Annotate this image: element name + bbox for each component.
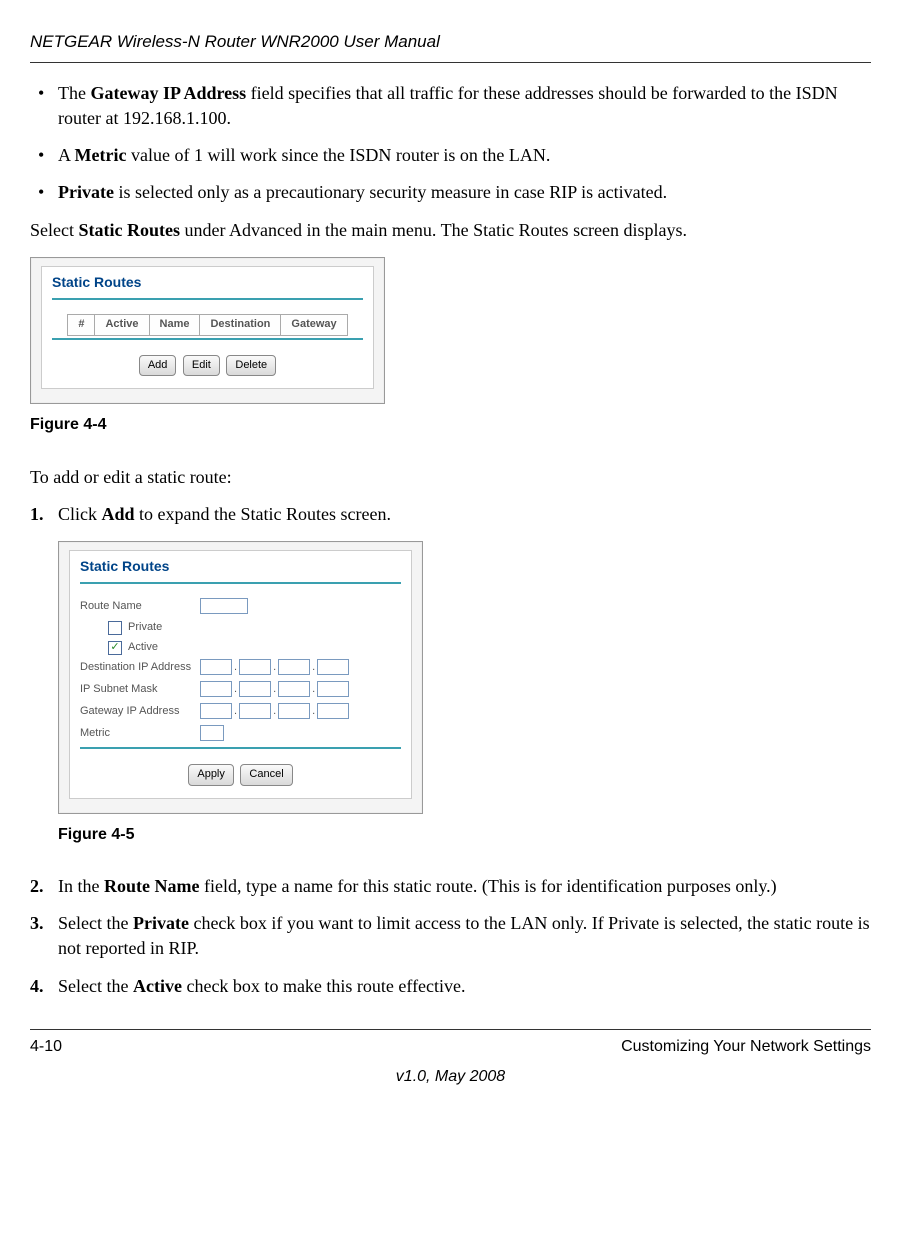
screenshot-static-routes-list: Static Routes # Active Name Destination … — [30, 257, 385, 404]
select-static-routes-para: Select Static Routes under Advanced in t… — [30, 218, 871, 243]
mask-octet-2[interactable] — [239, 681, 271, 697]
edit-button[interactable]: Edit — [183, 355, 220, 376]
route-name-input[interactable] — [200, 598, 248, 614]
figure-4-5: Static Routes Route Name Private ✓ Activ… — [58, 541, 423, 814]
header-rule — [30, 62, 871, 63]
step-2: 2. In the Route Name field, type a name … — [30, 874, 871, 899]
dest-octet-1[interactable] — [200, 659, 232, 675]
bullet-private: Private is selected only as a precaution… — [30, 180, 871, 205]
bold-metric: Metric — [75, 145, 127, 165]
col-destination: Destination — [200, 315, 281, 335]
bold-route-name: Route Name — [104, 876, 199, 896]
private-checkbox[interactable] — [108, 621, 122, 635]
panel-rule-2 — [80, 747, 401, 749]
footer-rule — [30, 1029, 871, 1030]
add-button[interactable]: Add — [139, 355, 177, 376]
step-4: 4. Select the Active check box to make t… — [30, 974, 871, 999]
destination-label: Destination IP Address — [80, 660, 200, 675]
gw-octet-4[interactable] — [317, 703, 349, 719]
destination-row: Destination IP Address . . . — [80, 659, 401, 675]
doc-version: v1.0, May 2008 — [30, 1066, 871, 1088]
gw-octet-3[interactable] — [278, 703, 310, 719]
dest-octet-4[interactable] — [317, 659, 349, 675]
dest-octet-2[interactable] — [239, 659, 271, 675]
cancel-button[interactable]: Cancel — [240, 764, 292, 785]
private-label: Private — [128, 620, 162, 635]
gw-octet-2[interactable] — [239, 703, 271, 719]
bold-add: Add — [102, 504, 135, 524]
active-label: Active — [128, 640, 158, 655]
panel-rule — [80, 582, 401, 584]
screenshot-static-routes-form: Static Routes Route Name Private ✓ Activ… — [58, 541, 423, 814]
col-active: Active — [95, 315, 149, 335]
bold-static-routes: Static Routes — [78, 220, 180, 240]
col-number: # — [68, 315, 95, 335]
metric-input[interactable] — [200, 725, 224, 741]
routes-table: # Active Name Destination Gateway — [67, 314, 347, 335]
add-edit-intro: To add or edit a static route: — [30, 465, 871, 490]
active-checkbox[interactable]: ✓ — [108, 641, 122, 655]
panel-title: Static Routes — [80, 557, 401, 577]
apply-button[interactable]: Apply — [188, 764, 234, 785]
figure-4-5-caption: Figure 4-5 — [58, 824, 871, 846]
col-name: Name — [149, 315, 200, 335]
mask-octet-4[interactable] — [317, 681, 349, 697]
figure-4-4: Static Routes # Active Name Destination … — [30, 257, 385, 404]
metric-label: Metric — [80, 726, 200, 741]
doc-header: NETGEAR Wireless-N Router WNR2000 User M… — [30, 30, 871, 63]
col-gateway: Gateway — [281, 315, 347, 335]
dest-octet-3[interactable] — [278, 659, 310, 675]
bold-gateway-ip: Gateway IP Address — [90, 83, 246, 103]
bullet-list: The Gateway IP Address field specifies t… — [30, 81, 871, 206]
step-1: 1. Click Add to expand the Static Routes… — [30, 502, 871, 846]
route-name-label: Route Name — [80, 599, 200, 614]
page-number: 4-10 — [30, 1036, 62, 1058]
bullet-metric: A Metric value of 1 will work since the … — [30, 143, 871, 168]
doc-title: NETGEAR Wireless-N Router WNR2000 User M… — [30, 30, 871, 54]
figure-4-4-caption: Figure 4-4 — [30, 414, 871, 436]
mask-octet-1[interactable] — [200, 681, 232, 697]
active-row: ✓ Active — [108, 640, 401, 655]
step-3: 3. Select the Private check box if you w… — [30, 911, 871, 961]
gateway-label: Gateway IP Address — [80, 704, 200, 719]
delete-button[interactable]: Delete — [226, 355, 276, 376]
bold-active-step: Active — [133, 976, 182, 996]
gateway-row: Gateway IP Address . . . — [80, 703, 401, 719]
mask-octet-3[interactable] — [278, 681, 310, 697]
panel-rule-2 — [52, 338, 363, 340]
metric-row: Metric — [80, 725, 401, 741]
steps-list: 1. Click Add to expand the Static Routes… — [30, 502, 871, 999]
footer-row: 4-10 Customizing Your Network Settings — [30, 1036, 871, 1058]
bold-private-step: Private — [133, 913, 189, 933]
section-title: Customizing Your Network Settings — [621, 1036, 871, 1058]
mask-label: IP Subnet Mask — [80, 682, 200, 697]
mask-row: IP Subnet Mask . . . — [80, 681, 401, 697]
route-name-row: Route Name — [80, 598, 401, 614]
bold-private: Private — [58, 182, 114, 202]
panel-rule — [52, 298, 363, 300]
gw-octet-1[interactable] — [200, 703, 232, 719]
panel-title: Static Routes — [52, 273, 363, 293]
bullet-gateway: The Gateway IP Address field specifies t… — [30, 81, 871, 131]
private-row: Private — [108, 620, 401, 635]
